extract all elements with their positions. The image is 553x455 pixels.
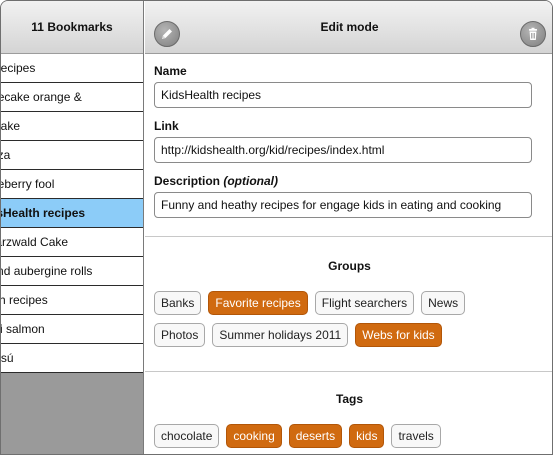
edit-mode-title: Edit mode — [320, 20, 379, 34]
description-label: Description — [154, 174, 221, 188]
bookmark-label: Cheesecake orange & — [1, 90, 82, 104]
bookmark-item-selected[interactable]: KidsHealth recipes — [1, 199, 143, 228]
tag-chip-active[interactable]: kids — [349, 424, 385, 448]
bookmark-item[interactable]: Tiramisú — [1, 344, 143, 373]
tag-chip[interactable]: chocolate — [154, 424, 220, 448]
bookmark-item[interactable]: Lamb and aubergine rolls — [1, 257, 143, 286]
bookmark-item[interactable]: Recipes — [1, 54, 143, 83]
trash-icon — [529, 27, 537, 40]
bookmark-label: KidsHealth recipes — [1, 206, 86, 220]
groups-section: Groups Banks Favorite recipes Flight sea… — [145, 237, 552, 372]
tags-row: chocolate cooking deserts kids travels — [145, 424, 552, 448]
bookmark-label: Pizza — [1, 148, 11, 162]
bookmark-item[interactable]: Teriyaki salmon — [1, 315, 143, 344]
group-chip[interactable]: Photos — [154, 323, 206, 347]
bookmark-label: Gooseberry fool — [1, 177, 55, 191]
tags-title: Tags — [335, 392, 364, 406]
link-input[interactable] — [154, 137, 532, 163]
bookmark-label: Schwarzwald Cake — [1, 235, 69, 249]
bookmark-label: Fish recipes — [1, 293, 48, 307]
bookmark-item[interactable]: Pizza — [1, 141, 143, 170]
name-label: Name — [154, 64, 187, 78]
description-label-row: Description (optional) — [154, 174, 545, 188]
bookmark-form: Name Link Description (optional) — [145, 54, 552, 237]
description-input[interactable] — [154, 192, 532, 218]
groups-row: Banks Favorite recipes Flight searchers … — [145, 291, 552, 315]
delete-button[interactable] — [520, 21, 546, 47]
group-chip[interactable]: Banks — [154, 291, 202, 315]
app-window: 11 Bookmarks Recipes Cheesecake orange &… — [0, 0, 553, 455]
bookmark-label: Cake — [1, 119, 21, 133]
group-chip[interactable]: Flight searchers — [314, 291, 415, 315]
bookmark-item[interactable]: Fish recipes — [1, 286, 143, 315]
edit-header: Edit mode — [145, 1, 552, 54]
name-input[interactable] — [154, 82, 532, 108]
group-chip[interactable]: News — [421, 291, 466, 315]
bookmarks-sidebar: 11 Bookmarks Recipes Cheesecake orange &… — [1, 1, 144, 454]
sidebar-header: 11 Bookmarks — [1, 1, 143, 54]
groups-title: Groups — [328, 259, 371, 273]
groups-row: Photos Summer holidays 2011 Webs for kid… — [145, 323, 552, 347]
sidebar-title: 11 Bookmarks — [31, 20, 113, 34]
bookmark-item[interactable]: Cake — [1, 112, 143, 141]
pencil-icon — [162, 29, 172, 39]
group-chip-active[interactable]: Favorite recipes — [208, 291, 308, 315]
bookmark-label: Lamb and aubergine rolls — [1, 264, 93, 278]
bookmark-list: Recipes Cheesecake orange & Cake Pizza G… — [1, 54, 143, 373]
group-chip-active[interactable]: Webs for kids — [355, 323, 442, 347]
tags-section: Tags chocolate cooking deserts kids trav… — [145, 372, 552, 448]
bookmark-item[interactable]: Schwarzwald Cake — [1, 228, 143, 257]
tag-chip-active[interactable]: cooking — [226, 424, 282, 448]
bookmark-label: Tiramisú — [1, 351, 14, 365]
tag-chip-active[interactable]: deserts — [288, 424, 343, 448]
edit-button[interactable] — [154, 21, 180, 47]
bookmark-item[interactable]: Gooseberry fool — [1, 170, 143, 199]
bookmark-label: Teriyaki salmon — [1, 322, 45, 336]
tag-chip[interactable]: travels — [391, 424, 441, 448]
link-label: Link — [154, 119, 179, 133]
bookmark-item[interactable]: Cheesecake orange & — [1, 83, 143, 112]
optional-hint: (optional) — [223, 174, 279, 188]
bookmark-label: Recipes — [1, 61, 36, 75]
edit-panel: Edit mode Name Link Description (optiona… — [145, 1, 552, 454]
group-chip[interactable]: Summer holidays 2011 — [212, 323, 349, 347]
